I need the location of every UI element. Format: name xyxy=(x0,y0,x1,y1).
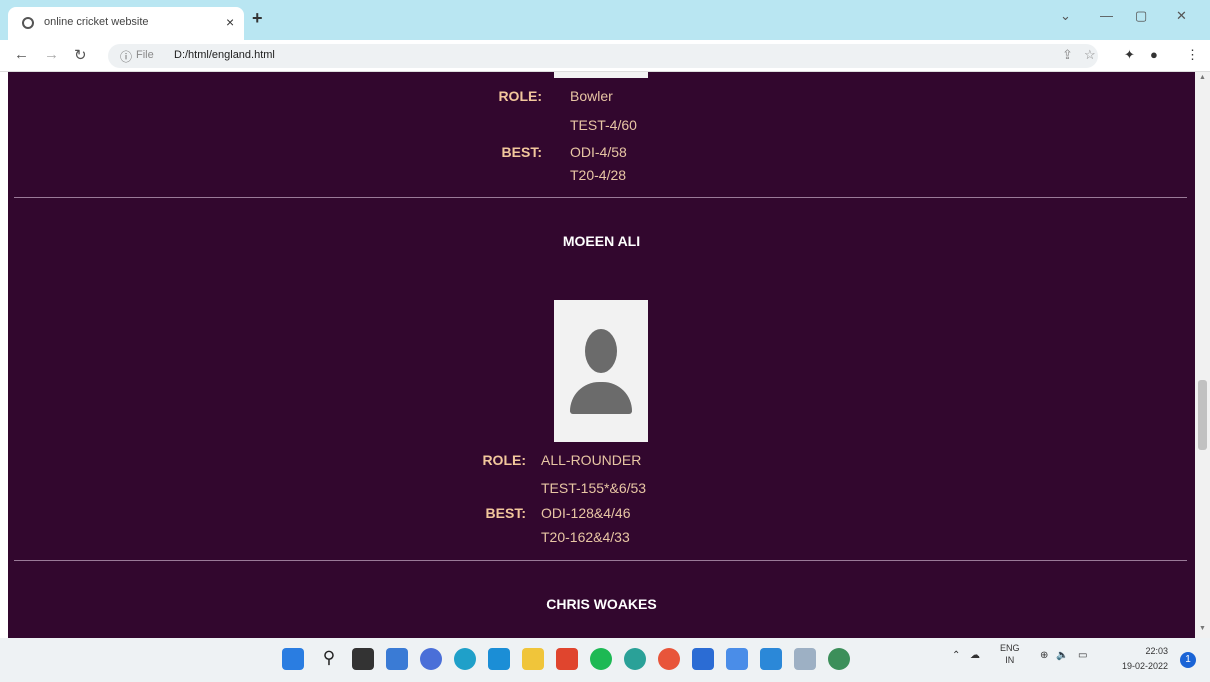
scroll-up-icon[interactable]: ▲ xyxy=(1199,74,1206,81)
minimize-button[interactable]: — xyxy=(1100,8,1113,23)
forward-icon[interactable]: → xyxy=(44,46,59,63)
page-scrollbar[interactable]: ▲ ▼ xyxy=(1195,72,1210,638)
file-explorer-icon[interactable] xyxy=(522,648,544,670)
maximize-button[interactable]: ▢ xyxy=(1135,8,1147,24)
outlook-icon[interactable] xyxy=(692,648,714,670)
browser-chrome: online cricket website × + ⌄ — ▢ ✕ ← → ↻… xyxy=(0,0,1210,72)
spotify-icon[interactable] xyxy=(590,648,612,670)
url-scheme: File xyxy=(136,49,154,61)
scroll-down-icon[interactable]: ▼ xyxy=(1199,625,1206,632)
search-icon[interactable]: ⚲ xyxy=(318,648,340,670)
show-hidden-icons[interactable]: ⌃ xyxy=(952,650,960,661)
notification-badge[interactable]: 1 xyxy=(1180,652,1196,668)
page-content: ROLE: Bowler TEST-4/60 BEST: ODI-4/58 T2… xyxy=(8,72,1195,638)
globe-icon xyxy=(22,17,34,29)
menu-icon[interactable]: ⋮ xyxy=(1186,47,1199,63)
player-name: MOEEN ALI xyxy=(562,233,641,249)
new-tab-button[interactable]: + xyxy=(252,8,263,29)
best-test: TEST-155*&6/53 xyxy=(541,480,647,496)
best-t20: T20-4/28 xyxy=(570,167,627,183)
best-odi: ODI-4/58 xyxy=(570,144,627,160)
clock-date: 19-02-2022 xyxy=(1122,661,1169,671)
star-icon[interactable]: ☆ xyxy=(1084,47,1096,63)
browser-toolbar: ← → ↻ ⓘ File D:/html/england.html ⇪ ☆ ✦ … xyxy=(0,40,1210,72)
tab-title: online cricket website xyxy=(44,16,149,28)
share-icon[interactable]: ⇪ xyxy=(1062,47,1073,63)
chat-icon[interactable] xyxy=(420,648,442,670)
lang-code: ENG xyxy=(1000,643,1020,653)
cloud-icon[interactable]: ☁ xyxy=(970,650,980,661)
reload-icon[interactable]: ↻ xyxy=(74,46,87,64)
info-icon[interactable]: ⓘ xyxy=(120,48,132,65)
scrollbar-thumb[interactable] xyxy=(1198,380,1207,450)
role-label: ROLE: xyxy=(498,88,542,104)
address-bar[interactable]: ⓘ File D:/html/england.html xyxy=(108,44,1098,68)
player-divider xyxy=(14,197,1187,198)
volume-icon[interactable]: 🔈 xyxy=(1056,650,1068,661)
widgets-icon[interactable] xyxy=(386,648,408,670)
clock-time: 22:03 xyxy=(1145,646,1169,656)
url-text[interactable]: D:/html/england.html xyxy=(174,49,275,61)
player-photo xyxy=(554,300,648,442)
clock[interactable]: 22:03 19-02-2022 xyxy=(1122,644,1168,674)
browser-tab[interactable]: online cricket website × xyxy=(8,7,244,40)
network-icon[interactable]: ⊕ xyxy=(1040,650,1048,661)
tab-search-button[interactable]: ⌄ xyxy=(1060,8,1071,24)
role-label: ROLE: xyxy=(482,452,526,468)
role-value: Bowler xyxy=(570,88,613,104)
best-t20: T20-162&4/33 xyxy=(541,529,630,545)
best-test: TEST-4/60 xyxy=(570,117,637,133)
windows-start-icon[interactable] xyxy=(282,648,304,670)
language-indicator[interactable]: ENG IN xyxy=(1000,642,1020,666)
edge-browser-icon[interactable] xyxy=(454,648,476,670)
extensions-icon[interactable]: ✦ xyxy=(1124,47,1135,63)
tab-close-button[interactable]: × xyxy=(226,14,234,30)
chrome-icon[interactable] xyxy=(624,648,646,670)
best-label: BEST: xyxy=(485,505,526,521)
vscode-icon[interactable] xyxy=(760,648,782,670)
chrome-active-icon[interactable] xyxy=(828,648,850,670)
lang-region: IN xyxy=(1005,655,1015,665)
player-photo-previous xyxy=(554,72,648,78)
app-icon[interactable] xyxy=(658,648,680,670)
profile-icon[interactable]: ● xyxy=(1150,47,1158,62)
best-label: BEST: xyxy=(501,144,542,160)
player-name: CHRIS WOAKES xyxy=(546,596,657,612)
back-icon[interactable]: ← xyxy=(14,46,29,63)
role-value: ALL-ROUNDER xyxy=(541,452,642,468)
tab-bar: online cricket website × + ⌄ — ▢ ✕ xyxy=(0,0,1210,40)
best-odi: ODI-128&4/46 xyxy=(541,505,631,521)
windows-taskbar: ⚲ ⌃ ☁ ENG IN ⊕ 🔈 ▭ 22:03 19-02-2022 1 xyxy=(0,638,1210,682)
security-app-icon[interactable] xyxy=(556,648,578,670)
player-divider xyxy=(14,560,1187,561)
notepad-icon[interactable] xyxy=(726,648,748,670)
close-window-button[interactable]: ✕ xyxy=(1176,8,1187,24)
task-view-icon[interactable] xyxy=(352,648,374,670)
store-icon[interactable] xyxy=(488,648,510,670)
document-icon[interactable] xyxy=(794,648,816,670)
battery-icon[interactable]: ▭ xyxy=(1078,650,1087,661)
